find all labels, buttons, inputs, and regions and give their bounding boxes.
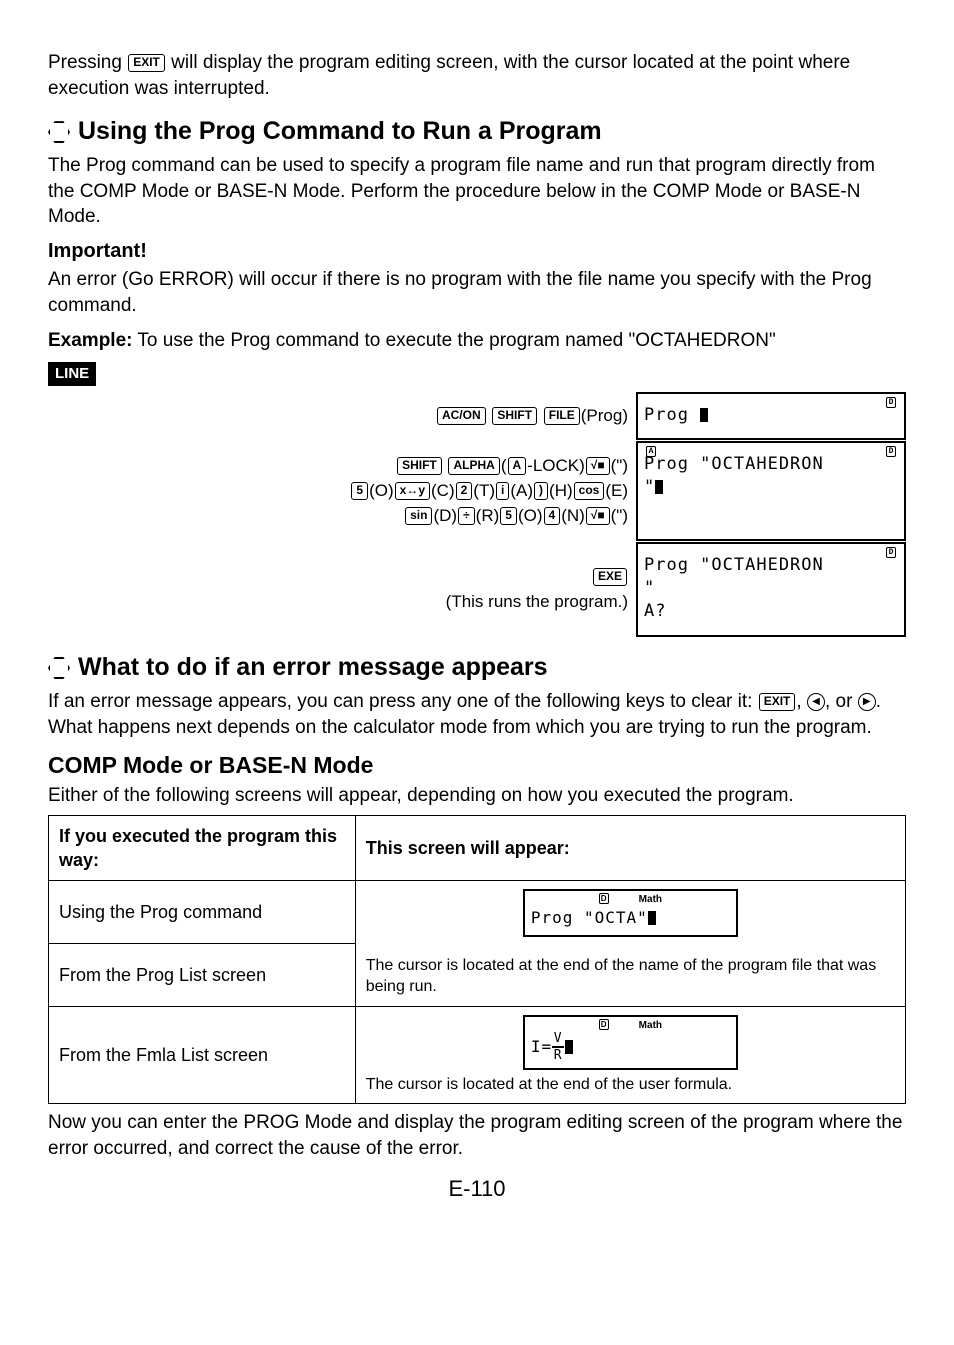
step2-keys: SHIFT ALPHA(A-LOCK)√■(") 5(O)x↔y(C)2(T)i…	[48, 441, 636, 541]
line-badge: LINE	[48, 362, 96, 386]
lcd-step2: AD Prog "OCTAHEDRON "	[636, 441, 906, 541]
cursor-icon	[648, 911, 656, 925]
comp-mode-heading: COMP Mode or BASE-N Mode	[48, 750, 906, 781]
cursor-icon	[565, 1040, 573, 1054]
table-header-row: If you executed the program this way: Th…	[49, 815, 906, 881]
row2-note: The cursor is located at the end of the …	[366, 955, 895, 998]
comp-mode-intro: Either of the following screens will app…	[48, 783, 906, 809]
exit-key: EXIT	[759, 693, 796, 711]
table-row: From the Fmla List screen DMath I=VR The…	[49, 1006, 906, 1104]
table-row: Using the Prog command DMath Prog "OCTA"…	[49, 881, 906, 944]
important-body: An error (Go ERROR) will occur if there …	[48, 267, 906, 318]
row3-note: The cursor is located at the end of the …	[366, 1074, 895, 1096]
lcd-row1: DMath Prog "OCTA"	[523, 889, 738, 936]
section-heading-prog-command: Using the Prog Command to Run a Program	[48, 115, 906, 149]
intro-paragraph: Pressing EXIT will display the program e…	[48, 50, 906, 101]
th-screen: This screen will appear:	[355, 815, 905, 881]
exe-key: EXE	[593, 568, 627, 586]
error-table: If you executed the program this way: Th…	[48, 815, 906, 1104]
step3-keys: EXE (This runs the program.)	[48, 542, 636, 637]
acon-key: AC/ON	[437, 407, 486, 425]
th-executed: If you executed the program this way:	[49, 815, 356, 881]
arrow-right-icon: ▶	[858, 693, 876, 711]
section-heading-error: What to do if an error message appears	[48, 651, 906, 685]
file-key: FILE	[544, 407, 580, 425]
hex-bullet-icon	[48, 121, 70, 143]
arrow-left-icon: ◀	[807, 693, 825, 711]
shift-key: SHIFT	[492, 407, 537, 425]
page-number: E-110	[48, 1174, 906, 1204]
example-line: Example: To use the Prog command to exec…	[48, 328, 906, 354]
prog-command-body: The Prog command can be used to specify …	[48, 153, 906, 230]
closing-paragraph: Now you can enter the PROG Mode and disp…	[48, 1110, 906, 1161]
lcd-step1: D Prog	[636, 392, 906, 440]
lcd-step3: D Prog "OCTAHEDRON " A?	[636, 542, 906, 637]
important-label: Important!	[48, 238, 906, 265]
error-body: If an error message appears, you can pre…	[48, 689, 906, 740]
lcd-row3: DMath I=VR	[523, 1015, 738, 1070]
exit-key: EXIT	[128, 54, 165, 72]
step1-keys: AC/ON SHIFT FILE(Prog)	[48, 392, 636, 440]
cursor-icon	[655, 480, 663, 494]
cursor-icon	[700, 408, 708, 422]
hex-bullet-icon	[48, 657, 70, 679]
